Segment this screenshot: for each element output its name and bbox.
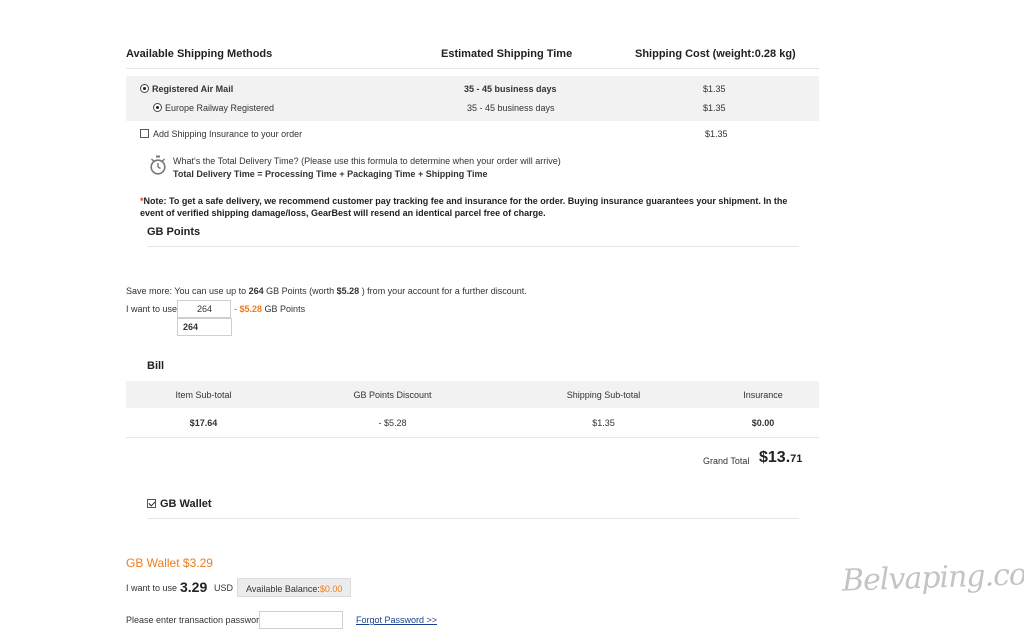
transaction-password-label: Please enter transaction password	[126, 615, 265, 625]
points-autocomplete-suggestion[interactable]: 264	[177, 318, 232, 336]
balance-value: $0.00	[319, 584, 343, 594]
gb-wallet-title: GB Wallet	[160, 498, 212, 510]
stopwatch-icon	[149, 155, 167, 177]
points-divider	[147, 246, 799, 247]
insurance-checkbox-row[interactable]: Add Shipping Insurance to your order	[140, 129, 302, 139]
radio-selected-icon[interactable]	[153, 103, 162, 112]
insurance-checkbox[interactable]	[140, 129, 149, 138]
radio-selected-icon[interactable]	[140, 84, 149, 93]
watermark-logo: Belvaping.com	[841, 556, 1024, 599]
header-divider	[126, 68, 819, 69]
bill-header-shipping: Shipping Sub-total	[566, 390, 641, 400]
bill-title: Bill	[147, 360, 165, 372]
gb-wallet-checkbox[interactable]	[147, 499, 156, 508]
max-points: 264	[248, 286, 264, 296]
points-discount-amount: - $5.28	[234, 304, 263, 314]
wallet-use-amount[interactable]: 3.29	[180, 579, 207, 595]
shipping-option-label: Registered Air Mail	[152, 84, 234, 94]
bill-divider	[126, 437, 819, 438]
shipping-option-europe-railway[interactable]: Europe Railway Registered	[153, 103, 274, 113]
forgot-password-link[interactable]: Forgot Password >>	[356, 615, 437, 625]
transaction-password-input[interactable]	[259, 611, 343, 629]
grand-total-cents: 71	[790, 453, 803, 465]
wallet-currency: USD	[214, 583, 234, 593]
bill-value-insurance: $0.00	[751, 418, 775, 428]
balance-label: Available Balance:	[246, 584, 320, 594]
grand-total-amount: $13.71	[759, 449, 802, 467]
shipping-option-label: Europe Railway Registered	[165, 103, 275, 113]
save-more-prefix: Save more: You can use up to	[126, 286, 249, 296]
shipping-options-panel	[126, 76, 819, 121]
points-worth: $5.28	[336, 286, 360, 296]
shipping-time-value: 35 - 45 business days	[464, 84, 557, 94]
save-more-text: Save more: You can use up to 264 GB Poin…	[126, 286, 527, 296]
points-discount-row: - $5.28 GB Points	[234, 304, 305, 314]
delivery-time-formula: Total Delivery Time = Processing Time + …	[173, 169, 488, 179]
insurance-cost: $1.35	[705, 129, 728, 139]
grand-total-main: $13.	[759, 449, 791, 466]
gb-wallet-toggle[interactable]: GB Wallet	[147, 498, 212, 510]
bill-header-insurance: Insurance	[743, 390, 783, 400]
shipping-note: *Note: To get a safe delivery, we recomm…	[140, 195, 812, 219]
wallet-want-label: I want to use	[126, 583, 178, 593]
shipping-cost-header: Shipping Cost (weight:0.28 kg)	[635, 48, 796, 60]
bill-value-subtotal: $17.64	[189, 418, 218, 428]
available-balance-badge: Available Balance:$0.00	[237, 578, 352, 597]
shipping-time-value: 35 - 45 business days	[467, 103, 555, 113]
shipping-methods-header: Available Shipping Methods	[126, 48, 273, 60]
note-text: Note: To get a safe delivery, we recomme…	[140, 196, 788, 218]
gb-wallet-amount-title: GB Wallet $3.29	[126, 556, 213, 570]
save-more-mid: GB Points (worth	[263, 286, 337, 296]
shipping-option-registered-air-mail[interactable]: Registered Air Mail	[140, 84, 233, 94]
bill-value-points: - $5.28	[378, 418, 407, 428]
delivery-time-question: What's the Total Delivery Time? (Please …	[173, 156, 561, 166]
points-input[interactable]	[177, 300, 231, 318]
bill-value-shipping: $1.35	[592, 418, 615, 428]
grand-total-label: Grand Total	[703, 456, 750, 466]
bill-header-points: GB Points Discount	[353, 390, 432, 400]
insurance-label: Add Shipping Insurance to your order	[153, 129, 303, 139]
points-unit: GB Points	[264, 304, 306, 314]
bill-header-subtotal: Item Sub-total	[175, 390, 232, 400]
shipping-time-header: Estimated Shipping Time	[441, 48, 573, 60]
shipping-cost-value: $1.35	[703, 103, 726, 113]
points-want-label: I want to use	[126, 304, 178, 314]
shipping-cost-value: $1.35	[703, 84, 726, 94]
wallet-divider	[147, 518, 799, 519]
gb-points-title: GB Points	[147, 226, 201, 238]
save-more-suffix: ) from your account for a further discou…	[359, 286, 527, 296]
